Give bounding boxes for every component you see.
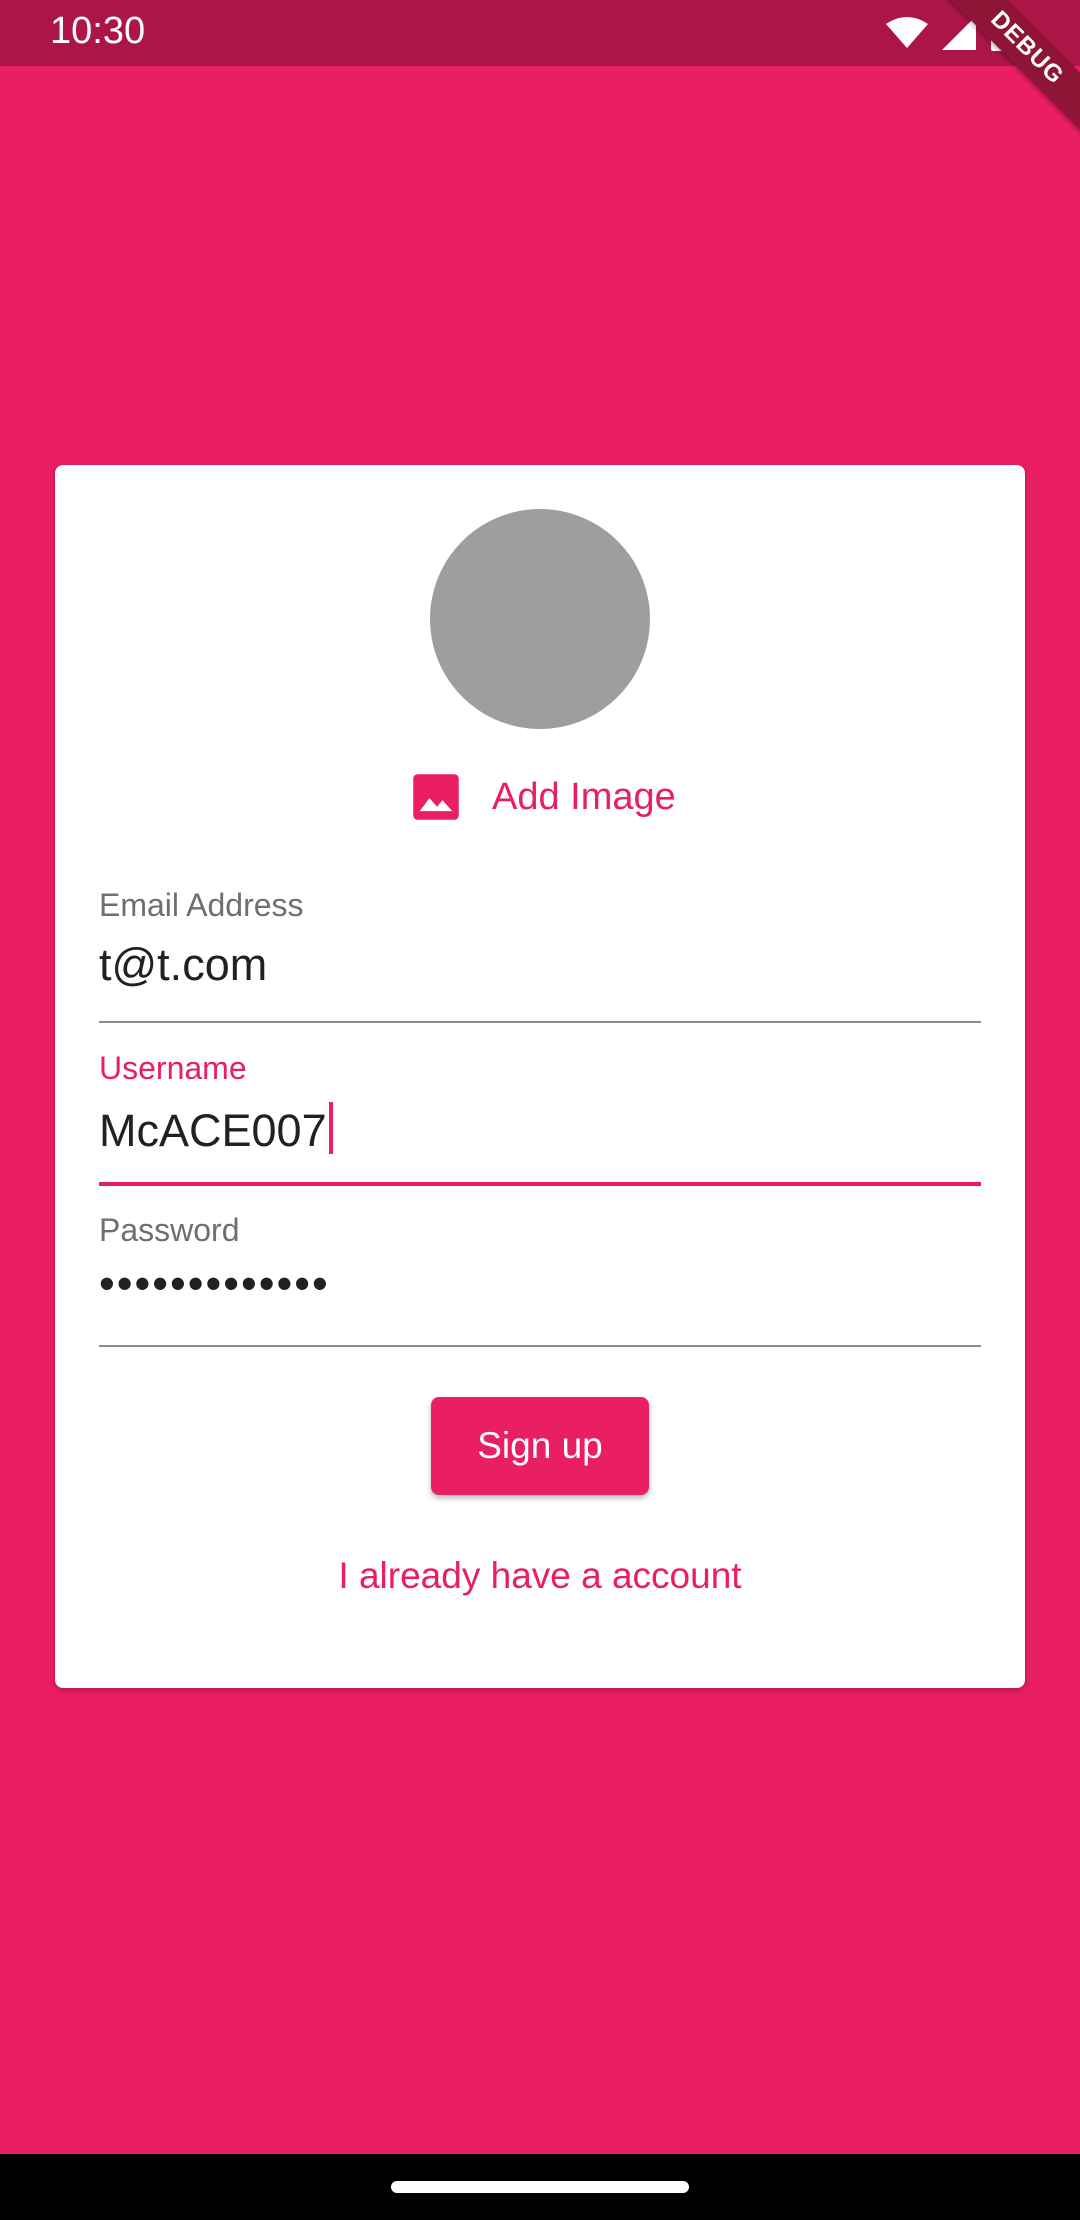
add-image-label: Add Image xyxy=(492,775,676,818)
signup-screen: 10:30 DEBUG Add Image Email Address t@t.… xyxy=(0,0,1080,2220)
email-label: Email Address xyxy=(99,887,304,923)
email-underline-line xyxy=(99,1021,981,1023)
password-field[interactable]: Password ••••••••••••• xyxy=(99,1212,981,1314)
text-cursor xyxy=(328,1102,333,1154)
username-label: Username xyxy=(99,1050,247,1086)
password-underline xyxy=(99,1345,981,1347)
password-label: Password xyxy=(99,1212,240,1248)
signup-button[interactable]: Sign up xyxy=(431,1397,649,1495)
signup-card: Add Image Email Address t@t.com Username… xyxy=(55,465,1025,1688)
add-image-button[interactable]: Add Image xyxy=(410,767,676,827)
username-underline xyxy=(99,1182,981,1186)
navigation-bar xyxy=(0,2154,1080,2220)
status-time: 10:30 xyxy=(50,10,146,52)
image-icon xyxy=(413,774,459,820)
email-value[interactable]: t@t.com xyxy=(99,939,267,991)
username-field[interactable]: Username McACE007 xyxy=(99,1050,981,1156)
username-value: McACE007 xyxy=(99,1105,327,1156)
password-value[interactable]: ••••••••••••• xyxy=(99,1258,330,1310)
home-indicator[interactable] xyxy=(391,2181,689,2193)
wifi-icon xyxy=(886,17,928,48)
avatar xyxy=(430,509,650,729)
status-bar: 10:30 xyxy=(0,0,1080,66)
email-field[interactable]: Email Address t@t.com xyxy=(99,887,981,991)
username-input[interactable]: McACE007 xyxy=(99,1102,333,1157)
have-account-link[interactable]: I already have a account xyxy=(55,1555,1025,1597)
